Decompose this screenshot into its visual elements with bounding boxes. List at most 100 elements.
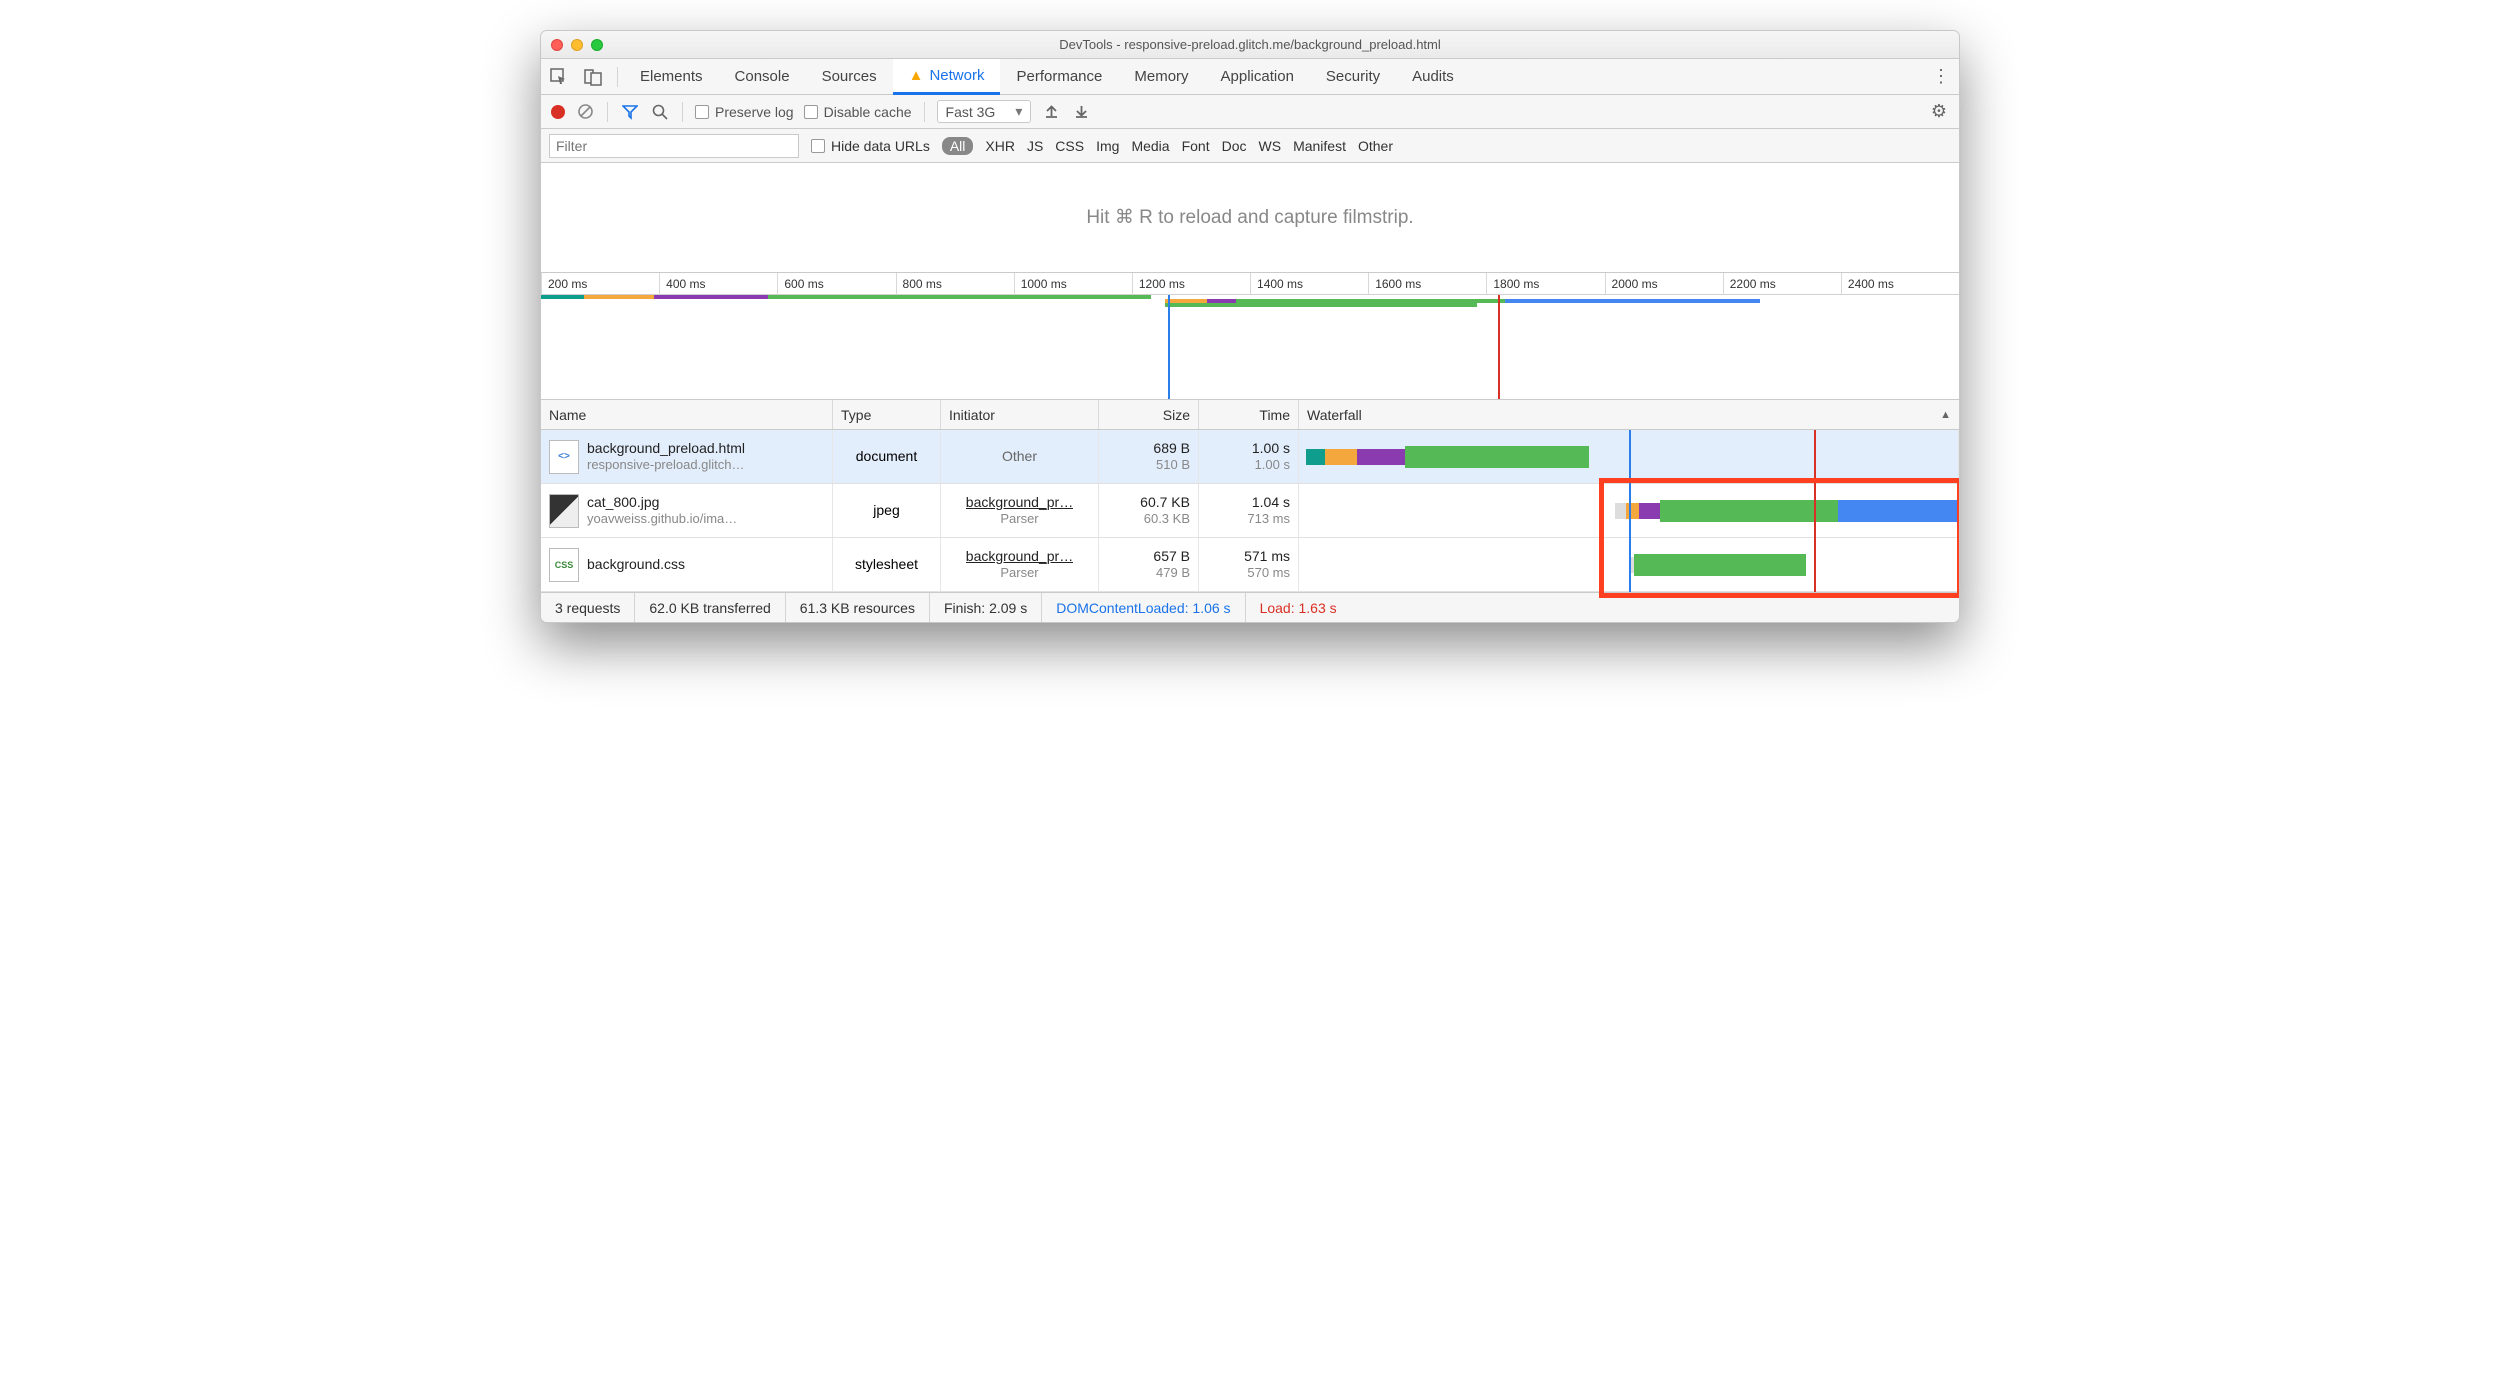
tick: 1000 ms <box>1014 273 1132 295</box>
col-name[interactable]: Name <box>541 400 833 429</box>
tick: 2400 ms <box>1841 273 1959 295</box>
filter-all[interactable]: All <box>942 137 974 155</box>
record-button[interactable] <box>551 105 565 119</box>
tick: 1400 ms <box>1250 273 1368 295</box>
size-sub: 479 B <box>1156 565 1190 582</box>
col-initiator[interactable]: Initiator <box>941 400 1099 429</box>
file-name: cat_800.jpg <box>587 493 737 511</box>
filter-css[interactable]: CSS <box>1055 138 1084 154</box>
size-sub: 60.3 KB <box>1144 511 1190 528</box>
download-har-icon[interactable] <box>1071 102 1091 122</box>
disable-cache-label: Disable cache <box>824 104 912 120</box>
initiator-sub: Parser <box>1000 511 1038 528</box>
overview-area[interactable] <box>541 295 1959 399</box>
time-value: 1.00 s <box>1252 439 1290 457</box>
disable-cache-checkbox[interactable]: Disable cache <box>804 104 912 120</box>
device-toggle-icon[interactable] <box>583 67 603 87</box>
tab-memory[interactable]: Memory <box>1118 59 1204 95</box>
hide-data-urls-checkbox[interactable]: Hide data URLs <box>811 138 930 154</box>
tick: 2200 ms <box>1723 273 1841 295</box>
size-sub: 510 B <box>1156 457 1190 474</box>
col-type[interactable]: Type <box>833 400 941 429</box>
size-value: 689 B <box>1153 439 1190 457</box>
col-size[interactable]: Size <box>1099 400 1199 429</box>
filter-img[interactable]: Img <box>1096 138 1119 154</box>
close-icon[interactable] <box>551 39 563 51</box>
tick: 1800 ms <box>1486 273 1604 295</box>
filter-bar: Hide data URLs All XHR JS CSS Img Media … <box>541 129 1959 163</box>
filter-media[interactable]: Media <box>1131 138 1169 154</box>
chevron-down-icon: ▾ <box>1015 103 1022 120</box>
filter-other[interactable]: Other <box>1358 138 1393 154</box>
tab-application[interactable]: Application <box>1205 59 1310 95</box>
filter-font[interactable]: Font <box>1182 138 1210 154</box>
css-icon: CSS <box>549 548 579 582</box>
inspect-element-icon[interactable] <box>549 67 569 87</box>
throttle-select[interactable]: Fast 3G ▾ <box>937 100 1032 123</box>
tab-sources[interactable]: Sources <box>806 59 893 95</box>
filter-js[interactable]: JS <box>1027 138 1043 154</box>
status-load: Load: 1.63 s <box>1246 593 1351 622</box>
type-value: document <box>856 447 917 465</box>
initiator-link[interactable]: background_pr… <box>966 547 1073 565</box>
preserve-log-checkbox[interactable]: Preserve log <box>695 104 794 120</box>
devtools-window: DevTools - responsive-preload.glitch.me/… <box>540 30 1960 623</box>
tab-elements[interactable]: Elements <box>624 59 719 95</box>
minimize-icon[interactable] <box>571 39 583 51</box>
upload-har-icon[interactable] <box>1041 102 1061 122</box>
table-header: Name Type Initiator Size Time Waterfall … <box>541 400 1959 430</box>
file-name: background.css <box>587 555 685 573</box>
gear-icon[interactable]: ⚙ <box>1929 102 1949 122</box>
col-time[interactable]: Time <box>1199 400 1299 429</box>
initiator-link[interactable]: background_pr… <box>966 493 1073 511</box>
window-title: DevTools - responsive-preload.glitch.me/… <box>541 37 1959 52</box>
col-waterfall[interactable]: Waterfall ▲ <box>1299 400 1959 429</box>
size-value: 657 B <box>1153 547 1190 565</box>
tick: 1600 ms <box>1368 273 1486 295</box>
table-row[interactable]: cat_800.jpg yoavweiss.github.io/ima… jpe… <box>541 484 1959 538</box>
table-row[interactable]: <> background_preload.html responsive-pr… <box>541 430 1959 484</box>
tab-console[interactable]: Console <box>719 59 806 95</box>
size-value: 60.7 KB <box>1140 493 1190 511</box>
filter-input[interactable] <box>549 134 799 158</box>
tab-performance[interactable]: Performance <box>1000 59 1118 95</box>
maximize-icon[interactable] <box>591 39 603 51</box>
image-icon <box>549 494 579 528</box>
filter-manifest[interactable]: Manifest <box>1293 138 1346 154</box>
filter-ws[interactable]: WS <box>1259 138 1282 154</box>
main-tabs: Elements Console Sources ▲ Network Perfo… <box>541 59 1959 95</box>
filter-xhr[interactable]: XHR <box>985 138 1015 154</box>
tab-audits[interactable]: Audits <box>1396 59 1470 95</box>
status-requests: 3 requests <box>541 593 635 622</box>
sort-caret-icon: ▲ <box>1940 409 1951 421</box>
timeline-overview[interactable]: 200 ms 400 ms 600 ms 800 ms 1000 ms 1200… <box>541 273 1959 400</box>
status-bar: 3 requests 62.0 KB transferred 61.3 KB r… <box>541 592 1959 622</box>
warning-icon: ▲ <box>909 67 924 84</box>
titlebar: DevTools - responsive-preload.glitch.me/… <box>541 31 1959 59</box>
status-dcl: DOMContentLoaded: 1.06 s <box>1042 593 1245 622</box>
time-value: 571 ms <box>1244 547 1290 565</box>
initiator-value: Other <box>1002 447 1037 465</box>
status-resources: 61.3 KB resources <box>786 593 930 622</box>
hide-data-urls-label: Hide data URLs <box>831 138 930 154</box>
tick: 2000 ms <box>1605 273 1723 295</box>
throttle-value: Fast 3G <box>946 104 996 120</box>
more-icon[interactable]: ⋮ <box>1931 67 1951 87</box>
tab-network[interactable]: ▲ Network <box>893 59 1001 95</box>
filmstrip-hint: Hit ⌘ R to reload and capture filmstrip. <box>541 163 1959 273</box>
filter-doc[interactable]: Doc <box>1222 138 1247 154</box>
network-toolbar: Preserve log Disable cache Fast 3G ▾ ⚙ <box>541 95 1959 129</box>
file-domain: responsive-preload.glitch… <box>587 457 745 474</box>
tick: 600 ms <box>777 273 895 295</box>
initiator-sub: Parser <box>1000 565 1038 582</box>
document-icon: <> <box>549 440 579 474</box>
time-sub: 570 ms <box>1247 565 1290 582</box>
tick: 200 ms <box>541 273 659 295</box>
table-row[interactable]: CSS background.css stylesheet background… <box>541 538 1959 592</box>
search-icon[interactable] <box>650 102 670 122</box>
clear-icon[interactable] <box>575 102 595 122</box>
filter-toggle-icon[interactable] <box>620 102 640 122</box>
time-sub: 713 ms <box>1247 511 1290 528</box>
file-domain: yoavweiss.github.io/ima… <box>587 511 737 528</box>
tab-security[interactable]: Security <box>1310 59 1396 95</box>
